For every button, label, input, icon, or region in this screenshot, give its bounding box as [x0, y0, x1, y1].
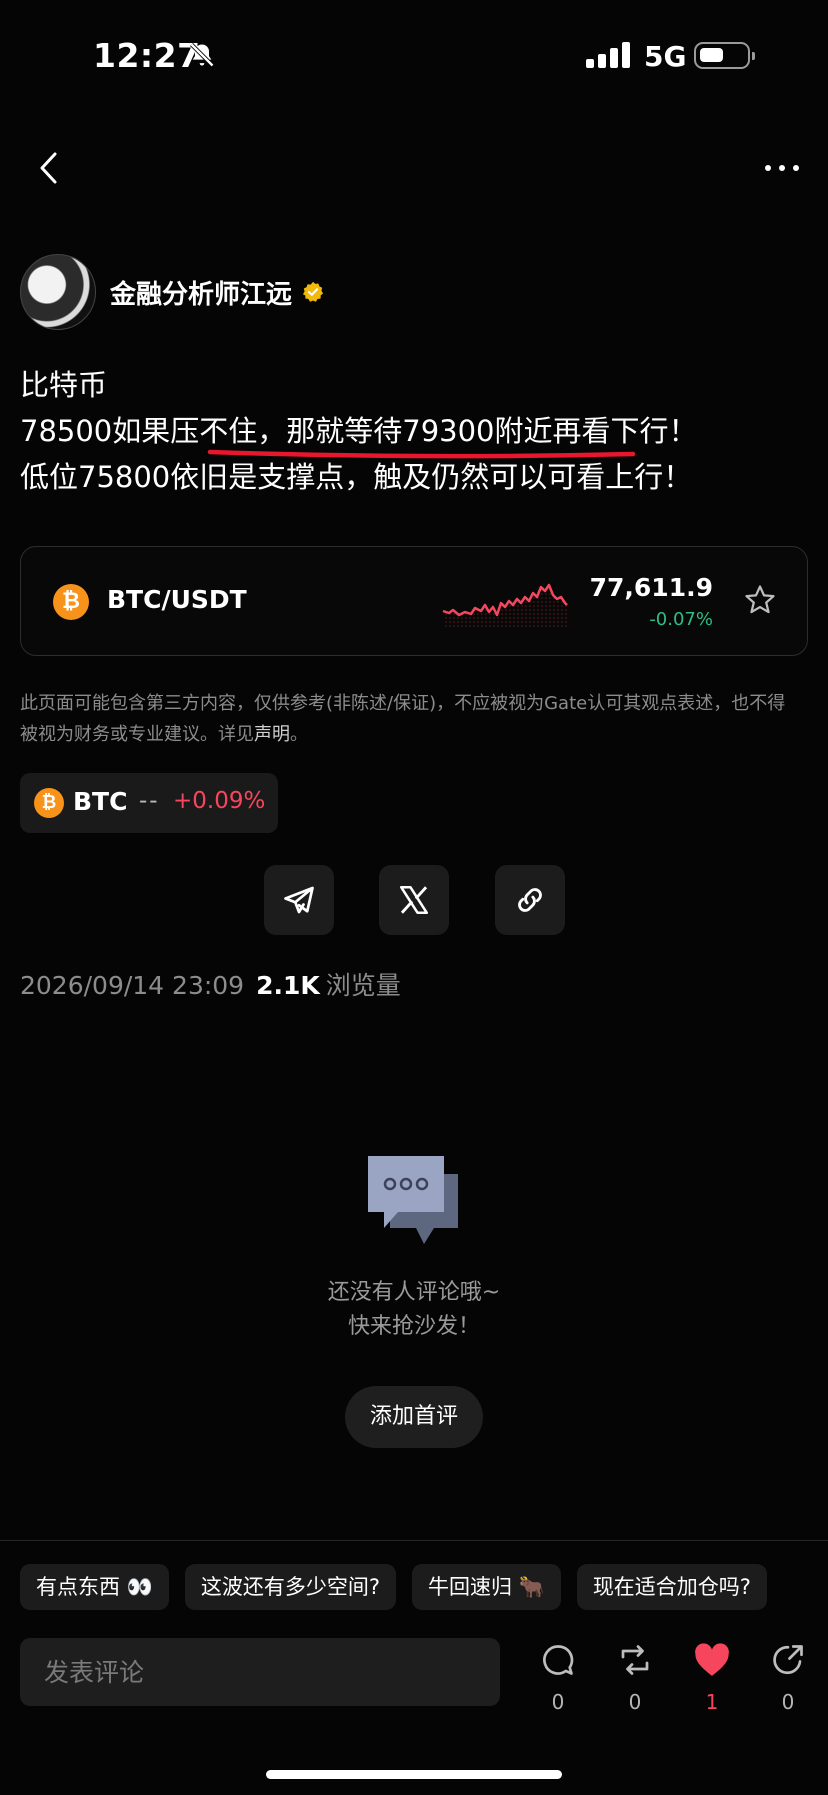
author-name[interactable]: 金融分析师江远 — [110, 274, 292, 311]
like-count: 1 — [705, 1690, 719, 1714]
bell-muted-icon — [190, 43, 214, 67]
copy-link-button[interactable] — [495, 865, 565, 935]
post-body: 比特币 78500如果压不住，那就等待79300附近再看下行！ 低位75800依… — [20, 362, 810, 500]
battery-icon — [694, 42, 755, 69]
repost-action[interactable]: 0 — [605, 1642, 665, 1714]
ticker-change: -0.07% — [649, 609, 713, 630]
add-first-comment-button[interactable]: 添加首评 — [345, 1386, 483, 1448]
signal-icon — [586, 42, 630, 68]
quick-reply-chip[interactable]: 这波还有多少空间? — [184, 1564, 396, 1610]
network-type: 5G — [644, 40, 687, 73]
disclaimer: 此页面可能包含第三方内容，仅供参考(非陈述/保证)，不应被视为Gate认可其观点… — [20, 693, 786, 745]
post-date: 2026/09/14 23:09 — [20, 971, 245, 1000]
home-indicator — [266, 1770, 562, 1779]
like-action[interactable]: 1 — [682, 1642, 742, 1714]
chip-change: +0.09% — [173, 788, 266, 814]
view-count: 2.1K — [256, 971, 320, 1000]
chip-dash: -- — [139, 788, 160, 814]
post-line: 比特币 — [20, 368, 108, 402]
price-sparkline — [442, 583, 568, 627]
comment-icon — [543, 1645, 574, 1675]
post-meta: 2026/09/14 23:09 2.1K 浏览量 — [20, 966, 401, 1002]
share-telegram-button[interactable] — [264, 865, 334, 935]
link-icon — [518, 888, 542, 912]
share-icon — [773, 1645, 803, 1675]
ticker-card[interactable]: ₿ BTC/USDT 77,611.9 -0.07% — [20, 546, 808, 656]
x-icon — [399, 885, 429, 915]
comment-action[interactable]: 0 — [528, 1642, 588, 1714]
repost-icon — [621, 1645, 649, 1675]
share-action[interactable]: 0 — [758, 1642, 818, 1714]
ticker-price: 77,611.9 — [589, 573, 713, 602]
view-label: 浏览量 — [325, 971, 401, 1000]
handdrawn-underline — [207, 449, 636, 459]
more-options-icon[interactable] — [760, 148, 804, 188]
chat-bubbles-icon — [368, 1156, 458, 1244]
share-x-button[interactable] — [379, 865, 449, 935]
btc-chip[interactable]: ₿ BTC -- +0.09% — [20, 773, 278, 833]
quick-reply-chip[interactable]: 牛回速归 🐂 — [411, 1564, 561, 1610]
bitcoin-icon: ₿ — [34, 788, 64, 818]
heart-icon — [695, 1643, 729, 1676]
empty-comments-text: 还没有人评论哦~ 快来抢沙发！ — [327, 1280, 501, 1339]
comment-count: 0 — [551, 1690, 565, 1714]
share-count: 0 — [781, 1690, 795, 1714]
quick-replies: 有点东西 👀 这波还有多少空间? 牛回速归 🐂 现在适合加仓吗? — [20, 1564, 828, 1610]
telegram-icon — [284, 886, 314, 914]
repost-count: 0 — [628, 1690, 642, 1714]
verified-badge-icon — [302, 281, 324, 302]
chip-symbol: BTC — [73, 787, 128, 816]
quick-reply-chip[interactable]: 有点东西 👀 — [20, 1564, 169, 1610]
avatar[interactable] — [20, 254, 96, 330]
back-arrow-icon[interactable] — [30, 148, 70, 188]
star-favorite-icon[interactable] — [743, 583, 777, 617]
bitcoin-icon: ₿ — [53, 584, 89, 620]
divider — [0, 1540, 828, 1541]
ticker-pair: BTC/USDT — [107, 585, 247, 614]
quick-reply-chip[interactable]: 现在适合加仓吗? — [576, 1564, 767, 1610]
author-header[interactable]: 金融分析师江远 — [20, 254, 324, 330]
comment-input[interactable] — [20, 1638, 500, 1706]
disclaimer-link[interactable]: 声明 — [254, 724, 290, 745]
status-time: 12:27 — [93, 36, 201, 75]
status-bar: 12:27 5G — [0, 0, 828, 110]
